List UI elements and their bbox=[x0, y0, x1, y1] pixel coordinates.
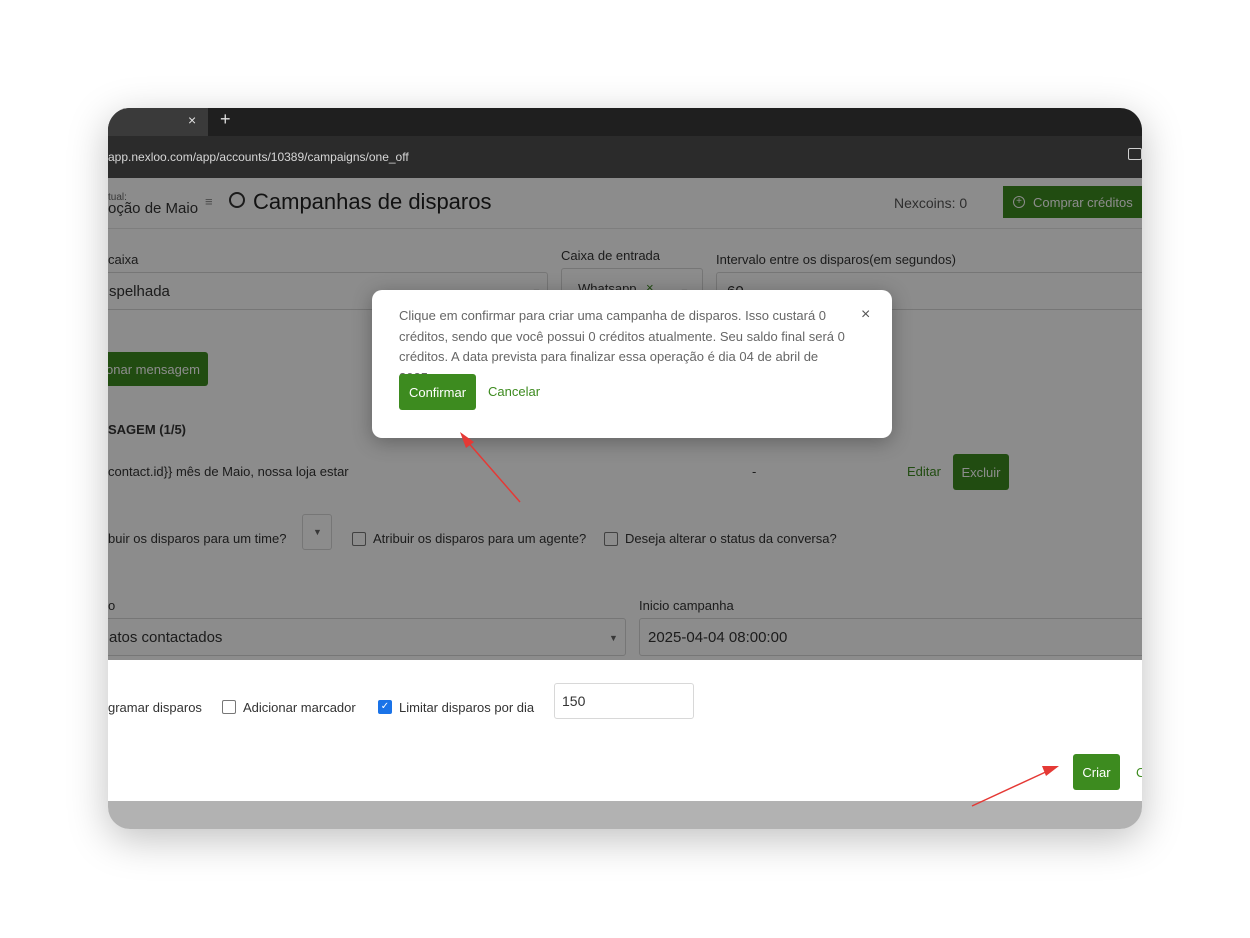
arrow-to-create bbox=[971, 766, 1059, 807]
annotation-arrows bbox=[460, 432, 1059, 807]
arrow-to-confirm bbox=[460, 432, 521, 503]
